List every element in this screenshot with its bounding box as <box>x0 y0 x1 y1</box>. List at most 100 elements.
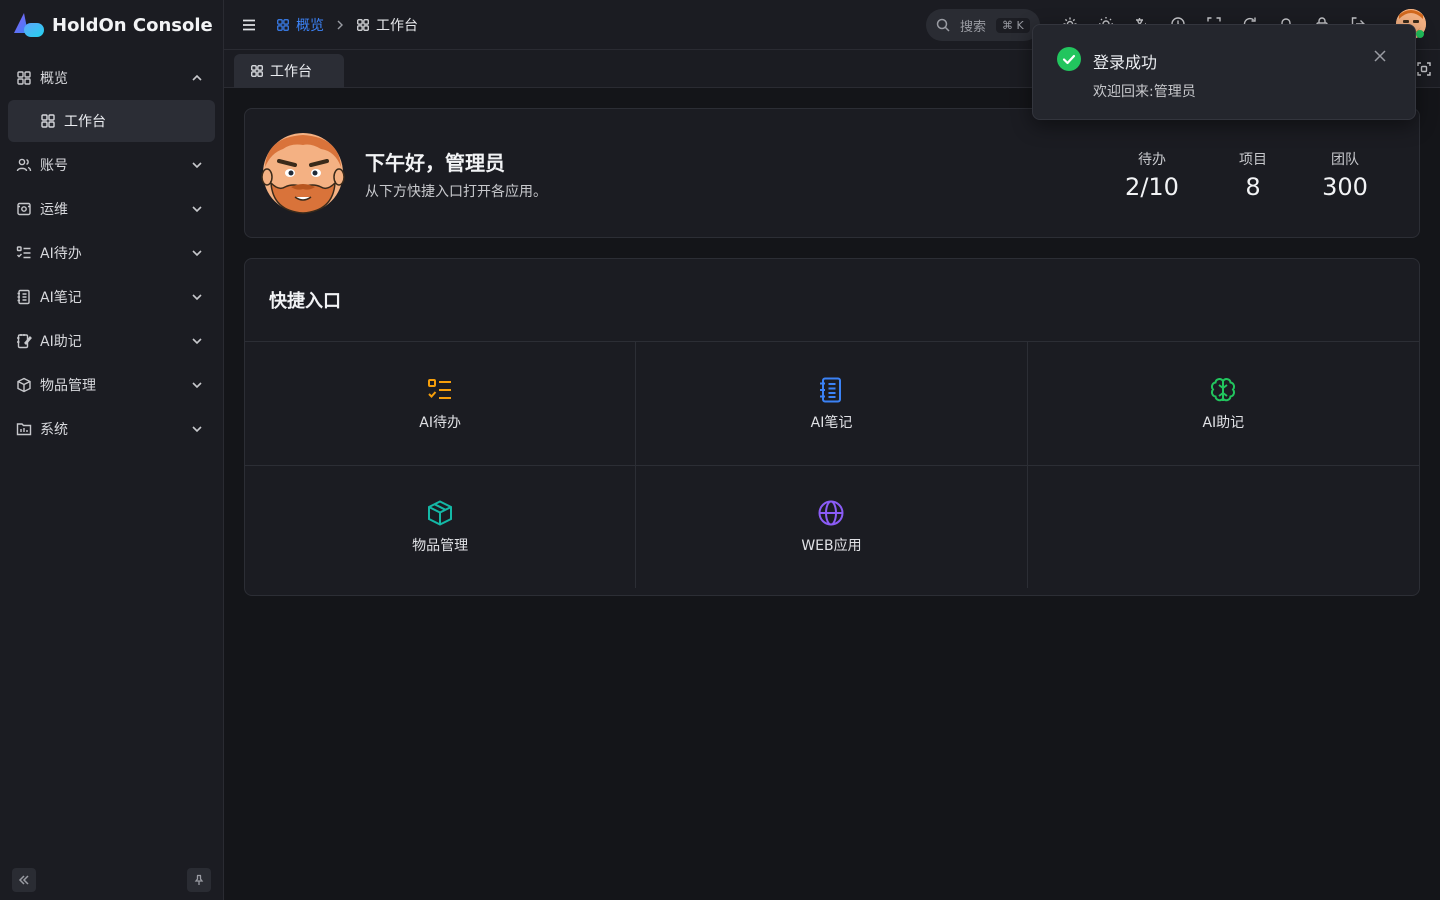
chevron-down-icon <box>191 335 203 347</box>
quick-entry-row: 物品管理 WEB应用 <box>245 465 1419 588</box>
quick-entry-card: 快捷入口 AI待办 AI笔记 AI助记 物品管理 WEB应用 <box>244 258 1420 596</box>
sidebar: HoldOn Console 概览 工作台 账号 运维 AI待办 AI笔记 AI… <box>0 0 224 900</box>
sidebar-item-label: AI笔记 <box>40 290 82 306</box>
stat-team[interactable]: 团队 300 <box>1315 149 1375 201</box>
menu-toggle-icon[interactable] <box>240 16 258 34</box>
globe-icon <box>817 499 845 527</box>
chevron-down-icon <box>191 203 203 215</box>
chevron-down-icon <box>191 291 203 303</box>
sidebar-item-label: 账号 <box>40 158 68 174</box>
online-status-badge <box>1416 30 1424 38</box>
grid-icon <box>276 18 290 32</box>
brand-logo-icon <box>12 11 46 39</box>
double-chevron-left-icon <box>18 875 29 885</box>
stat-projects[interactable]: 项目 8 <box>1223 149 1283 201</box>
sidebar-item-label: 概览 <box>40 71 68 87</box>
quick-entry-label: AI笔记 <box>810 414 853 431</box>
close-icon[interactable] <box>1373 49 1387 63</box>
quick-entry-items[interactable]: 物品管理 <box>245 466 637 588</box>
sidebar-item-system[interactable]: 系统 <box>8 407 215 451</box>
stat-value: 300 <box>1322 173 1368 201</box>
chevron-up-icon <box>191 72 203 84</box>
sidebar-item-account[interactable]: 账号 <box>8 143 215 187</box>
toast-message: 欢迎回来:管理员 <box>1093 84 1196 100</box>
greeting-card: 下午好，管理员 从下方快捷入口打开各应用。 待办 2/10 项目 8 团队 30… <box>244 108 1420 238</box>
quick-entry-ai-memo[interactable]: AI助记 <box>1028 342 1419 465</box>
quick-entry-title: 快捷入口 <box>269 291 341 312</box>
brand[interactable]: HoldOn Console <box>0 0 223 50</box>
todo-list-icon <box>426 376 454 404</box>
grid-icon <box>16 70 32 86</box>
quick-entry-label: 物品管理 <box>412 538 469 554</box>
sidebar-item-ai-todo[interactable]: AI待办 <box>8 231 215 275</box>
sidebar-subitem-label: 工作台 <box>64 114 106 130</box>
users-icon <box>16 157 32 173</box>
notebook-icon <box>817 376 845 404</box>
quick-entry-empty-cell <box>1028 466 1419 588</box>
folder-icon <box>16 421 32 437</box>
search-shortcut: ⌘ K <box>996 17 1030 33</box>
notebook-icon <box>16 289 32 305</box>
box-icon <box>16 377 32 393</box>
grid-icon <box>40 113 56 129</box>
sidebar-item-ai-notes[interactable]: AI笔记 <box>8 275 215 319</box>
quick-entry-label: WEB应用 <box>801 538 862 554</box>
ops-icon <box>16 201 32 217</box>
sidebar-item-label: 物品管理 <box>40 378 96 394</box>
sidebar-menu: 概览 工作台 账号 运维 AI待办 AI笔记 AI助记 物品管理 系统 <box>0 50 223 451</box>
quick-entry-web-app[interactable]: WEB应用 <box>636 466 1028 588</box>
stat-label: 团队 <box>1331 152 1359 168</box>
quick-entry-ai-notes[interactable]: AI笔记 <box>636 342 1028 465</box>
maximize-content-icon[interactable] <box>1416 61 1432 77</box>
search-placeholder: 搜索 <box>960 19 987 35</box>
box-icon <box>426 499 454 527</box>
chevron-down-icon <box>191 423 203 435</box>
quick-entry-ai-todo[interactable]: AI待办 <box>245 342 637 465</box>
breadcrumb-label: 工作台 <box>376 17 418 34</box>
breadcrumb-item-workbench[interactable]: 工作台 <box>356 15 418 35</box>
greeting-title: 下午好，管理员 <box>365 151 505 175</box>
grid-icon <box>250 64 264 78</box>
search-input[interactable]: 搜索 ⌘ K <box>926 9 1040 41</box>
quick-entry-label: AI待办 <box>419 414 462 431</box>
pin-icon <box>194 874 204 885</box>
login-success-toast: 登录成功 欢迎回来:管理员 <box>1032 24 1416 120</box>
breadcrumb: 概览 工作台 <box>276 15 418 35</box>
sidebar-footer <box>12 868 211 892</box>
sidebar-item-ai-memo[interactable]: AI助记 <box>8 319 215 363</box>
breadcrumb-item-overview[interactable]: 概览 <box>276 15 324 35</box>
grid-icon <box>356 18 370 32</box>
tab-workbench[interactable]: 工作台 <box>234 54 344 88</box>
pin-sidebar-button[interactable] <box>187 868 211 892</box>
sidebar-item-label: 运维 <box>40 202 68 218</box>
success-check-icon <box>1057 47 1081 71</box>
sidebar-item-overview[interactable]: 概览 <box>8 56 215 100</box>
toast-title: 登录成功 <box>1093 53 1158 72</box>
quick-entry-grid: AI待办 AI笔记 AI助记 物品管理 WEB应用 <box>245 341 1419 588</box>
quick-entry-row: AI待办 AI笔记 AI助记 <box>245 342 1419 465</box>
quick-entry-label: AI助记 <box>1202 414 1245 431</box>
sidebar-item-label: AI助记 <box>40 334 82 350</box>
profile-avatar <box>261 131 345 215</box>
stat-label: 待办 <box>1138 152 1166 168</box>
chevron-right-icon <box>334 19 346 31</box>
note-edit-icon <box>16 333 32 349</box>
brain-icon <box>1209 376 1237 404</box>
sidebar-item-label: 系统 <box>40 422 68 438</box>
stat-label: 项目 <box>1239 152 1267 168</box>
avatar-face-icon <box>261 133 345 214</box>
greeting-subtitle: 从下方快捷入口打开各应用。 <box>365 184 547 200</box>
stat-value: 2/10 <box>1125 173 1179 201</box>
chevron-down-icon <box>191 379 203 391</box>
collapse-sidebar-button[interactable] <box>12 868 36 892</box>
sidebar-item-items[interactable]: 物品管理 <box>8 363 215 407</box>
brand-name: HoldOn Console <box>52 14 213 36</box>
todo-list-icon <box>16 245 32 261</box>
sidebar-item-label: AI待办 <box>40 246 82 262</box>
chevron-down-icon <box>191 159 203 171</box>
search-icon <box>936 18 950 32</box>
stat-todo[interactable]: 待办 2/10 <box>1117 149 1187 201</box>
stat-value: 8 <box>1245 173 1261 201</box>
sidebar-subitem-workbench[interactable]: 工作台 <box>8 100 215 142</box>
sidebar-item-ops[interactable]: 运维 <box>8 187 215 231</box>
